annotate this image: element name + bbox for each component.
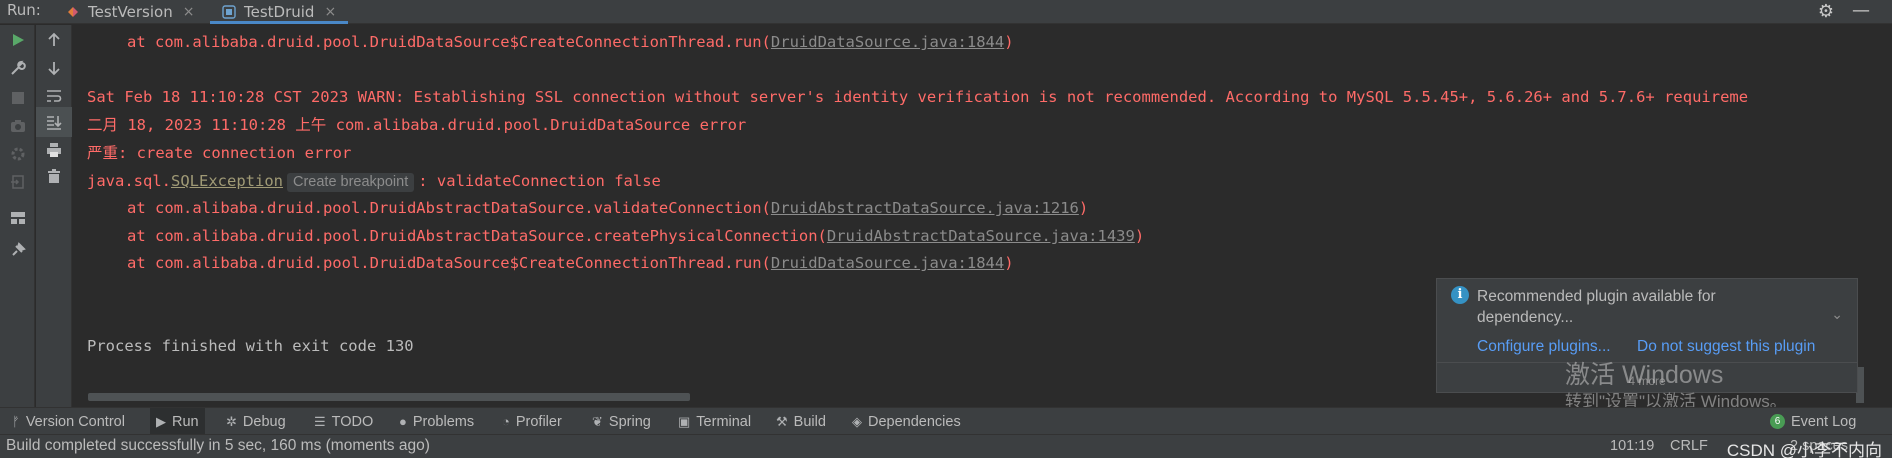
configure-plugins-link[interactable]: Configure plugins... — [1477, 338, 1611, 356]
play-icon: ▶ — [156, 413, 166, 429]
close-icon[interactable]: × — [183, 4, 195, 20]
status-bar: Build completed successfully in 5 sec, 1… — [0, 434, 1892, 458]
run-tab-bar: Run: TestVersion × TestDruid × ⚙ — — [0, 0, 1892, 24]
console-actions-toolbar — [36, 25, 72, 407]
stop-icon[interactable] — [0, 83, 36, 113]
warn-line: Sat Feb 18 11:10:28 CST 2023 WARN: Estab… — [87, 88, 1749, 106]
terminal-icon: ▣ — [678, 413, 691, 429]
chevron-down-icon[interactable]: ⌄ — [1831, 307, 1843, 323]
tool-build[interactable]: ⚒ Build — [776, 408, 826, 435]
event-count-badge: 6 — [1770, 414, 1785, 429]
wrench-icon[interactable] — [0, 53, 36, 83]
trash-icon[interactable] — [36, 161, 72, 191]
layout-icon[interactable] — [0, 203, 36, 233]
tool-profiler[interactable]: ◔ Profiler — [502, 408, 562, 435]
stack-trace-line: at com.alibaba.druid.pool.DruidDataSourc… — [127, 254, 1014, 272]
stack-trace-line: at com.alibaba.druid.pool.DruidDataSourc… — [127, 33, 1014, 51]
stack-icon: ◈ — [852, 413, 862, 429]
warning-icon: ● — [399, 414, 407, 429]
tool-window-bar: ᚠ Version Control ▶ Run ✲ Debug ☰ TODO ● Prob… — [0, 407, 1892, 435]
close-icon[interactable]: × — [324, 4, 336, 20]
tab-testversion[interactable]: TestVersion × — [66, 0, 194, 24]
run-label: Run: — [7, 1, 41, 19]
arrow-down-icon[interactable] — [36, 53, 72, 83]
caret-position[interactable]: 101:19 — [1610, 438, 1654, 454]
info-icon: i — [1451, 286, 1469, 304]
line-separator[interactable]: CRLF — [1670, 438, 1708, 454]
minimize-icon[interactable]: — — [1852, 0, 1870, 21]
source-link[interactable]: DruidAbstractDataSource.java:1216 — [771, 199, 1079, 217]
csdn-watermark: CSDN @小李不内向 — [1726, 441, 1882, 458]
source-link[interactable]: DruidDataSource.java:1844 — [771, 33, 1004, 51]
hammer-icon: ⚒ — [776, 413, 788, 429]
stack-trace-line: at com.alibaba.druid.pool.DruidAbstractD… — [127, 227, 1145, 245]
scroll-to-end-icon[interactable] — [36, 107, 72, 137]
create-breakpoint-hint[interactable]: Create breakpoint — [286, 173, 415, 192]
tab-testdruid[interactable]: TestDruid × — [210, 0, 349, 24]
build-status-message[interactable]: Build completed successfully in 5 sec, 1… — [6, 437, 430, 455]
exit-line: Process finished with exit code 130 — [87, 337, 414, 355]
severe-line: 严重: create connection error — [87, 144, 352, 162]
profiler-icon: ◔ — [502, 414, 510, 429]
list-icon: ☰ — [314, 413, 326, 429]
exception-link[interactable]: SQLException — [171, 172, 283, 190]
rerun-icon[interactable] — [0, 25, 36, 55]
activation-watermark-title: 激活 Windows — [1565, 361, 1724, 389]
horizontal-scrollbar[interactable] — [88, 393, 690, 401]
run-actions-toolbar — [0, 25, 35, 407]
gear-icon[interactable]: ⚙ — [1818, 1, 1834, 22]
tab-label: TestDruid — [244, 3, 315, 21]
exit-icon[interactable] — [0, 167, 36, 197]
tool-version-control[interactable]: ᚠ Version Control — [12, 408, 125, 435]
exception-line: java.sql.SQLException Create breakpoint: … — [87, 172, 661, 192]
arrow-up-icon[interactable] — [36, 25, 72, 55]
tool-dependencies[interactable]: ◈ Dependencies — [852, 408, 961, 435]
leaf-icon: ❦ — [592, 413, 603, 429]
error-log-line: 二月 18, 2023 11:10:28 上午 com.alibaba.drui… — [87, 116, 747, 134]
source-link[interactable]: DruidAbstractDataSource.java:1439 — [827, 227, 1135, 245]
tool-debug[interactable]: ✲ Debug — [226, 408, 286, 435]
bug-icon: ✲ — [226, 413, 237, 429]
tool-terminal[interactable]: ▣ Terminal — [678, 408, 751, 435]
do-not-suggest-link[interactable]: Do not suggest this plugin — [1637, 338, 1815, 356]
tool-problems[interactable]: ● Problems — [399, 408, 474, 435]
stack-trace-line: at com.alibaba.druid.pool.DruidAbstractD… — [127, 199, 1089, 217]
tab-label: TestVersion — [88, 3, 173, 21]
java-class-icon — [222, 5, 236, 19]
pin-icon[interactable] — [0, 235, 36, 265]
tool-event-log[interactable]: 6 Event Log — [1770, 408, 1856, 435]
tool-run[interactable]: ▶ Run — [150, 408, 205, 435]
branch-icon: ᚠ — [12, 414, 20, 429]
tool-todo[interactable]: ☰ TODO — [314, 408, 373, 435]
run-config-icon — [68, 7, 78, 17]
source-link[interactable]: DruidDataSource.java:1844 — [771, 254, 1004, 272]
tool-spring[interactable]: ❦ Spring — [592, 408, 651, 435]
camera-icon[interactable] — [0, 111, 36, 141]
debug-gear-icon[interactable] — [0, 139, 36, 169]
notification-title: Recommended plugin available for depende… — [1477, 288, 1716, 326]
